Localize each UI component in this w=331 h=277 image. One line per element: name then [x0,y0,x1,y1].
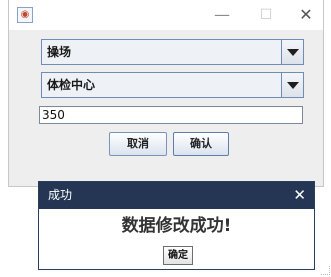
chevron-down-icon[interactable] [281,40,303,64]
location-combo-2[interactable]: 体检中心 [41,72,304,98]
app-icon: ◉ [17,7,33,23]
cancel-button[interactable]: 取消 [109,132,167,156]
resize-grip-icon[interactable] [321,266,330,275]
close-icon[interactable]: ✕ [293,182,306,209]
value-input[interactable]: 350 [39,106,303,124]
maximize-button[interactable]: ☐ [251,4,281,26]
dialog-message: 数据修改成功! [121,216,232,236]
combo-selected-value: 操场 [47,45,72,59]
combo-selected-value: 体检中心 [47,78,96,92]
close-button[interactable]: ✕ [291,4,321,26]
location-combo-1[interactable]: 操场 [41,39,304,65]
confirm-button[interactable]: 确认 [173,132,229,156]
main-window: ◉ — ☐ ✕ 操场 体检中心 350 取消 确认 [8,0,324,187]
success-dialog: 成功 ✕ 数据修改成功! 确定 [38,181,315,270]
ok-button[interactable]: 确定 [163,246,193,265]
minimize-button[interactable]: — [207,4,237,26]
dialog-title-bar[interactable]: 成功 ✕ [39,182,314,209]
title-bar[interactable]: ◉ — ☐ ✕ [9,0,323,30]
chevron-down-icon[interactable] [281,73,303,97]
dialog-title: 成功 [48,188,73,202]
